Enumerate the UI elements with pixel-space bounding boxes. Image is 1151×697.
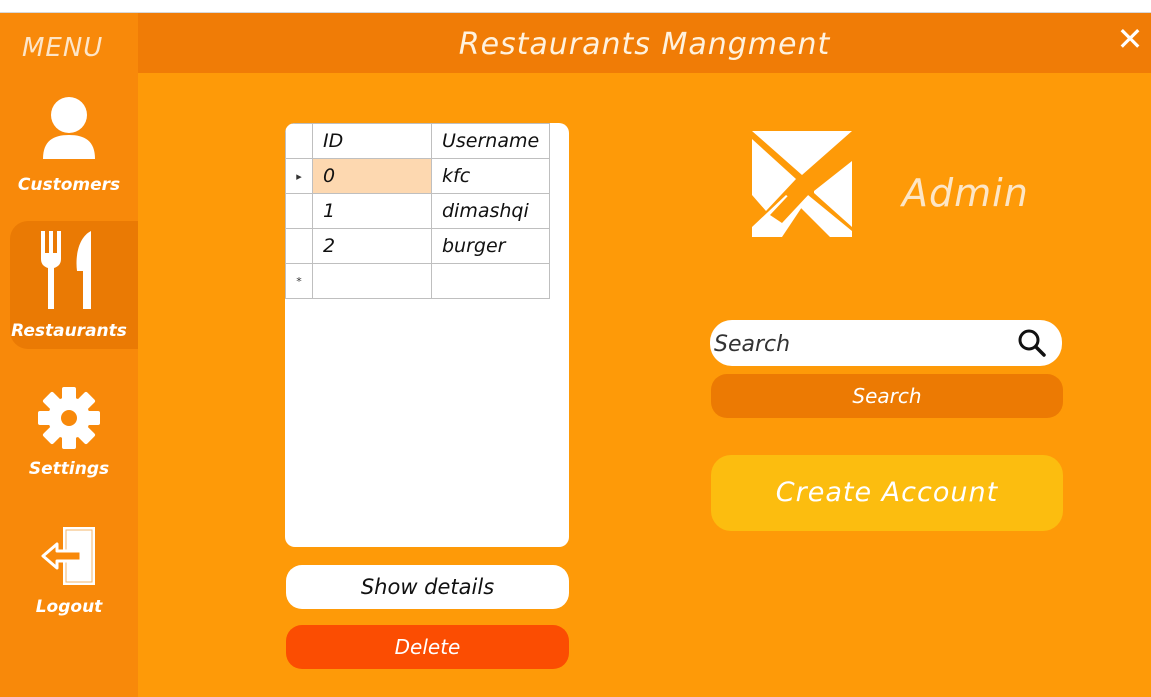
cell-username[interactable]: dimashqi — [430, 193, 551, 229]
user-role-label: Admin — [902, 171, 1029, 215]
column-header-username[interactable]: Username — [430, 123, 551, 159]
search-icon[interactable] — [1018, 329, 1046, 361]
new-row[interactable]: * — [285, 263, 551, 299]
menu-label: MENU — [22, 33, 104, 63]
title-bar: Restaurants Mangment ✕ — [138, 13, 1151, 73]
show-details-button[interactable]: Show details — [286, 565, 569, 609]
cell-id[interactable]: 0 — [312, 158, 432, 194]
sidebar-item-label: Logout — [35, 597, 103, 617]
user-icon — [0, 95, 138, 159]
new-row-indicator[interactable]: * — [285, 263, 313, 299]
column-header-id[interactable]: ID — [312, 123, 432, 159]
cell-username[interactable]: burger — [430, 228, 551, 264]
search-button[interactable]: Search — [711, 374, 1063, 418]
search-field — [710, 320, 1062, 368]
sidebar-item-label: Restaurants — [11, 321, 127, 341]
gear-icon — [0, 387, 138, 449]
row-header[interactable] — [285, 193, 313, 229]
logout-icon — [0, 525, 138, 589]
app-window: MENU Customers Restaurants Settings Logo… — [0, 12, 1151, 697]
close-button[interactable]: ✕ — [1115, 23, 1145, 55]
cell-username[interactable] — [430, 263, 551, 299]
row-header[interactable] — [285, 228, 313, 264]
cell-id[interactable] — [312, 263, 432, 299]
create-account-button[interactable]: Create Account — [711, 455, 1063, 531]
table-header-row: ID Username — [285, 123, 551, 159]
sidebar-item-logout[interactable]: Logout — [10, 513, 138, 641]
delete-button[interactable]: Delete — [286, 625, 569, 669]
sidebar-item-customers[interactable]: Customers — [10, 81, 138, 209]
x-logo-icon — [752, 131, 852, 241]
sidebar-item-label: Settings — [28, 459, 110, 479]
page-title: Restaurants Mangment — [458, 27, 831, 62]
current-row-indicator[interactable]: ▸ — [285, 158, 313, 194]
sidebar: MENU Customers Restaurants Settings Logo… — [0, 13, 138, 697]
sidebar-item-settings[interactable]: Settings — [10, 373, 138, 501]
cell-id[interactable]: 1 — [312, 193, 432, 229]
restaurants-grid[interactable]: ID Username ▸ 0 kfc 1 dimashqi 2 burger … — [285, 123, 569, 547]
cell-id[interactable]: 2 — [312, 228, 432, 264]
row-header-corner — [285, 123, 313, 159]
cell-username[interactable]: kfc — [430, 158, 551, 194]
sidebar-item-label: Customers — [17, 175, 121, 195]
search-input[interactable] — [712, 320, 996, 368]
close-icon: ✕ — [1116, 20, 1144, 58]
table-row[interactable]: 1 dimashqi — [285, 193, 551, 229]
table-row[interactable]: ▸ 0 kfc — [285, 158, 551, 194]
table-row[interactable]: 2 burger — [285, 228, 551, 264]
sidebar-item-restaurants[interactable]: Restaurants — [10, 221, 138, 349]
fork-knife-icon — [0, 231, 138, 311]
